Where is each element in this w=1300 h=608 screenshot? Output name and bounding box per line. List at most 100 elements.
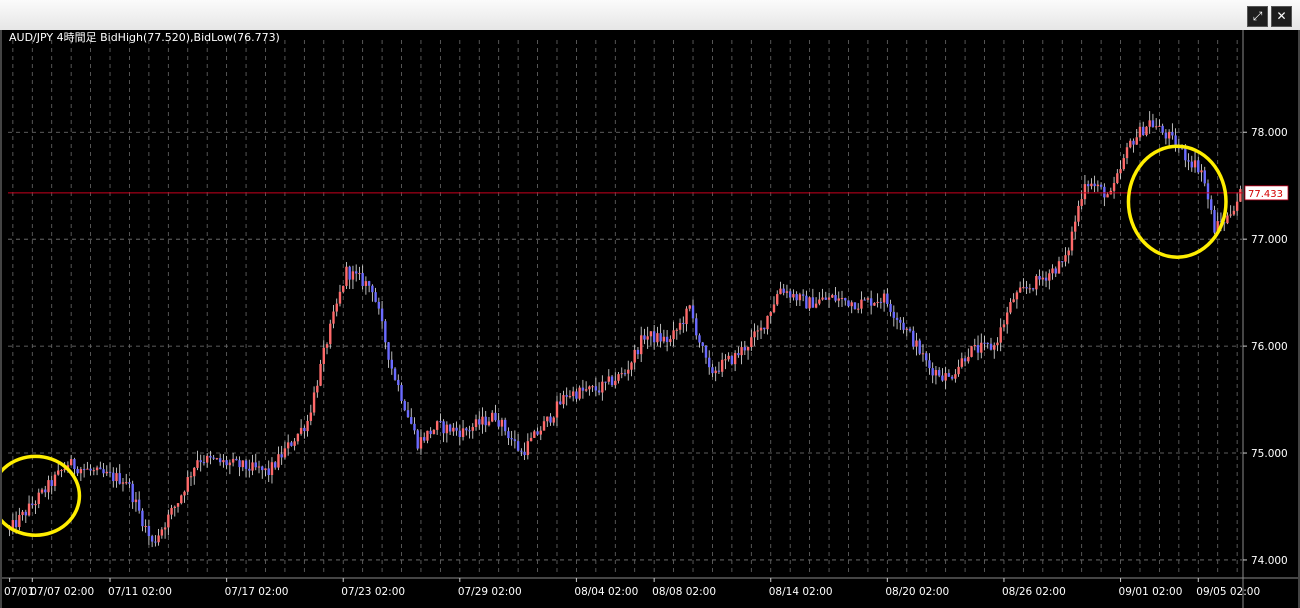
candle-body (610, 376, 614, 386)
candle-body (374, 292, 377, 302)
candle-body (225, 460, 228, 466)
candle-body (1038, 276, 1041, 280)
candle-body (274, 462, 277, 468)
candle-body (393, 368, 397, 380)
chart-title: AUD/JPY 4時間足 BidHigh(77.520),BidLow(76.7… (9, 31, 280, 44)
candle-body (1096, 184, 1100, 187)
candle-body (853, 302, 857, 310)
candle-body (487, 421, 491, 426)
candle-body (1122, 158, 1125, 170)
candle-body (902, 322, 905, 330)
candle-body (390, 359, 394, 369)
candle-body (688, 305, 691, 309)
candle-body (905, 328, 908, 330)
candle-body (510, 438, 513, 440)
candle-body (649, 331, 653, 337)
candle-body (1184, 148, 1187, 161)
candle-body (180, 495, 183, 504)
candle-body (746, 346, 750, 351)
candle-body (218, 458, 222, 463)
candle-body (141, 510, 144, 527)
candle-body (280, 454, 283, 458)
window-titlebar: ⤢ ✕ (0, 0, 1300, 31)
candle-body (209, 455, 212, 458)
candle-body (1161, 125, 1164, 133)
candle-body (442, 421, 445, 434)
candle-body (416, 430, 419, 449)
candle-body (1054, 268, 1057, 274)
candle-body (303, 427, 306, 432)
candle-body (231, 458, 235, 463)
x-tick-label: 08/08 02:00 (652, 586, 716, 598)
candle-body (1197, 160, 1200, 173)
candle-body (503, 419, 507, 432)
candle-body (597, 390, 601, 393)
candle-body (196, 460, 199, 468)
candle-body (659, 333, 662, 342)
candle-body (970, 346, 973, 357)
candle-body (921, 353, 925, 355)
candles-layer (8, 111, 1242, 548)
candle-body (695, 318, 698, 336)
candle-body (591, 386, 594, 388)
candle-body (82, 469, 86, 471)
candle-body (999, 327, 1002, 343)
candle-body (869, 298, 873, 306)
candle-body (960, 358, 964, 367)
candle-body (827, 297, 831, 300)
candle-body (1129, 140, 1132, 148)
candle-body (1028, 288, 1032, 290)
candle-body (798, 294, 802, 301)
candle-body (617, 374, 620, 381)
candle-body (1048, 273, 1051, 281)
candle-body (824, 297, 828, 300)
candle-body (21, 511, 24, 515)
candle-body (795, 294, 798, 301)
candle-body (594, 386, 598, 391)
x-tick-label: 09/01 02:00 (1119, 586, 1183, 598)
candle-body (95, 467, 99, 471)
candle-body (1073, 221, 1077, 232)
candle-body (429, 430, 432, 435)
candlestick-chart[interactable]: 74.00075.00076.00077.00078.00007/0107/07… (2, 30, 1298, 608)
candle-body (983, 342, 986, 344)
candle-body (1235, 201, 1239, 211)
candle-body (241, 460, 245, 468)
close-button[interactable]: ✕ (1271, 6, 1292, 27)
candle-body (73, 459, 76, 470)
candle-body (150, 536, 154, 542)
candle-body (934, 370, 938, 376)
candle-body (876, 301, 879, 303)
candle-body (562, 395, 565, 405)
candle-body (1106, 194, 1109, 198)
candle-body (614, 380, 617, 386)
candle-body (811, 297, 815, 308)
x-tick-label: 08/26 02:00 (1002, 586, 1066, 598)
chart-panel[interactable]: 74.000 75.000 76.000 77.000 78.000 07/01 07/07… (0, 30, 1300, 608)
candle-body (384, 321, 387, 343)
candle-body (620, 373, 623, 375)
candle-body (481, 416, 484, 425)
y-tick-label: 77.000 (1251, 234, 1288, 246)
candle-body (753, 331, 756, 338)
candle-body (27, 503, 31, 516)
candle-body (980, 342, 983, 353)
candle-body (316, 385, 319, 393)
candle-body (47, 480, 50, 493)
candle-body (57, 470, 60, 475)
x-tick-label: 09/05 02:00 (1196, 586, 1260, 598)
candle-body (814, 303, 818, 308)
candle-body (157, 535, 160, 543)
candle-body (358, 273, 361, 275)
maximize-button[interactable]: ⤢ (1247, 6, 1268, 27)
candle-body (912, 330, 915, 347)
candle-body (484, 416, 487, 426)
candle-body (740, 347, 743, 356)
candle-body (1015, 292, 1019, 300)
candle-body (286, 442, 290, 449)
candle-body (1232, 210, 1236, 215)
candle-body (1103, 186, 1106, 198)
candle-body (283, 448, 287, 458)
candle-body (290, 442, 293, 446)
candle-body (539, 430, 542, 435)
